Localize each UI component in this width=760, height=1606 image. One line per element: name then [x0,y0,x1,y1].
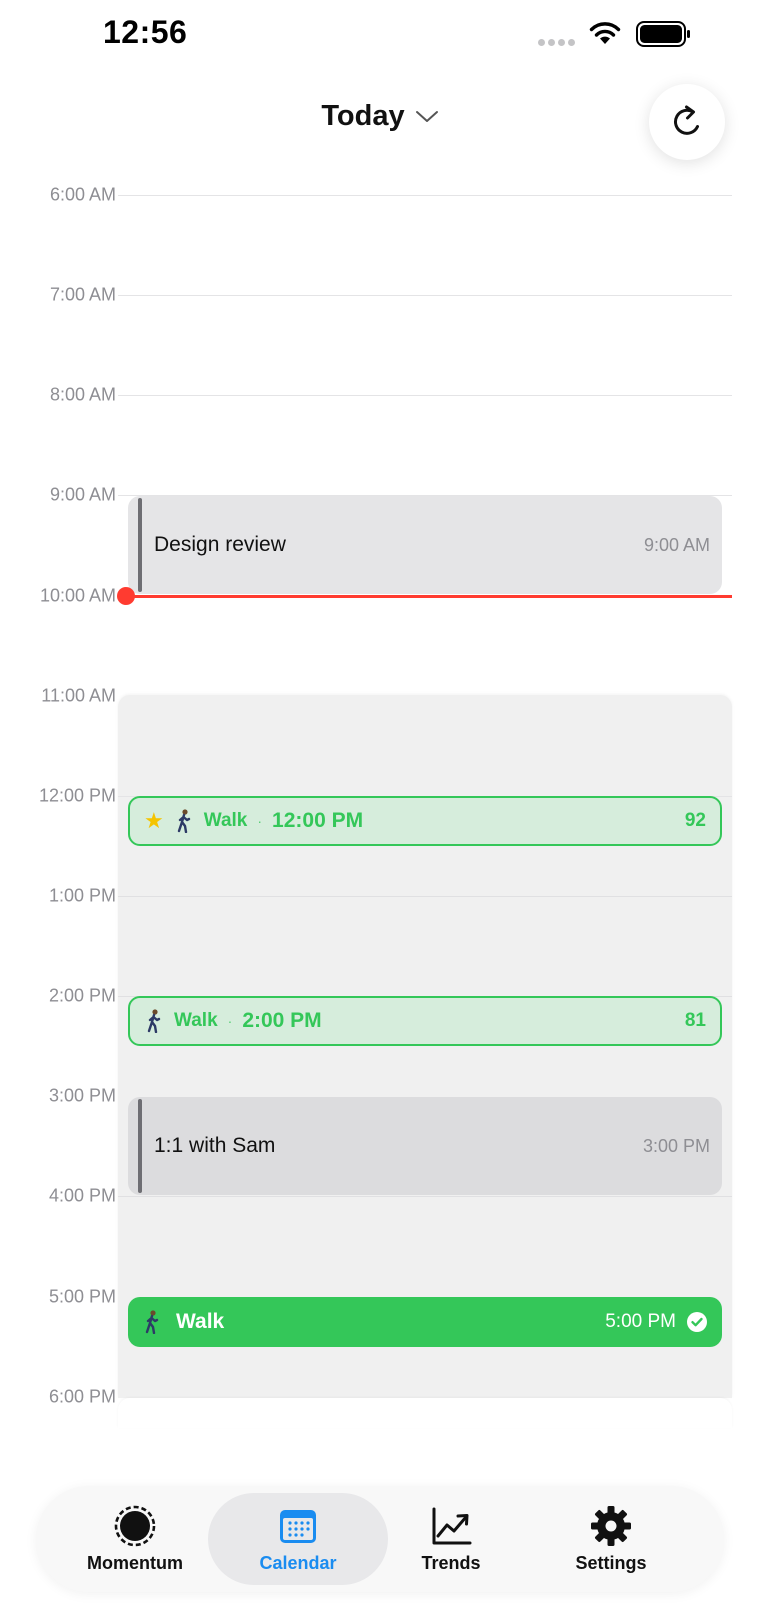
separator: · [227,1013,233,1029]
walk-suggestion-afternoon[interactable]: Walk · 2:00 PM 81 [128,996,722,1046]
status-bar: 12:56 [0,0,760,70]
tab-calendar[interactable]: Calendar [208,1493,388,1585]
hour-divider [118,1196,732,1197]
hour-label: 12:00 PM [38,785,116,806]
tab-label: Trends [421,1552,481,1573]
walking-person-icon [145,1310,159,1334]
tab-momentum[interactable]: Momentum [58,1486,212,1592]
tab-settings[interactable]: Settings [536,1486,686,1592]
battery-icon [636,21,690,47]
tab-label: Calendar [259,1552,337,1573]
walk-score: 92 [684,810,706,831]
tab-label: Momentum [87,1552,183,1573]
hour-divider [118,295,732,296]
walking-person-icon [147,1009,161,1033]
hour-label: 6:00 AM [49,184,116,205]
walk-label: Walk [203,810,248,831]
gear-icon [591,1505,631,1546]
hour-label: 4:00 PM [48,1185,116,1206]
hour-divider [118,195,732,196]
wifi-icon [589,22,621,44]
event-title: 1:1 with Sam [154,1134,276,1157]
tab-label: Settings [575,1552,647,1573]
next-day-region [118,1398,732,1428]
event-time: 9:00 AM [643,534,710,555]
current-time-line [126,595,732,598]
calendar-event-design-review[interactable]: Design review 9:00 AM [128,496,722,594]
hour-label: 9:00 AM [49,484,116,505]
hour-label: 6:00 PM [48,1386,116,1407]
refresh-icon [674,105,699,135]
star-icon: ★ [144,808,164,833]
calendar-icon [280,1509,316,1543]
tab-bar: Momentum Calendar Trends Settings [36,1486,724,1592]
checkmark-circle-icon [687,1312,707,1332]
header: Today [0,100,760,133]
current-time-dot [117,587,135,605]
walk-time: 12:00 PM [272,809,364,832]
hour-label: 5:00 PM [48,1286,116,1307]
event-color-bar [138,498,142,592]
hour-label: 7:00 AM [49,284,116,305]
hour-label: 3:00 PM [48,1085,116,1106]
date-picker-button[interactable]: Today [321,100,438,133]
hour-label: 10:00 AM [39,585,116,606]
hour-label: 11:00 AM [41,685,116,706]
walk-score: 81 [684,1010,706,1031]
trends-icon [432,1507,472,1544]
hour-label: 2:00 PM [48,985,116,1006]
separator: · [257,813,263,829]
chevron-down-icon [415,110,438,122]
refresh-button[interactable] [649,84,725,160]
tab-trends[interactable]: Trends [376,1486,526,1592]
hour-label: 8:00 AM [49,384,116,405]
walk-suggestion-noon[interactable]: ★ Walk · 12:00 PM 92 [128,796,722,846]
walk-completed-evening[interactable]: Walk 5:00 PM [128,1297,722,1347]
status-time: 12:56 [103,14,188,50]
hour-divider [118,896,732,897]
cellular-signal-icon [538,39,575,46]
walk-time: 2:00 PM [242,1009,322,1032]
walk-label: Walk [174,1010,218,1031]
hour-label: 1:00 PM [48,885,116,906]
calendar-event-one-on-one[interactable]: 1:1 with Sam 3:00 PM [128,1097,722,1195]
event-title: Design review [154,533,286,556]
event-color-bar [138,1099,142,1193]
page-title: Today [321,100,405,132]
event-time: 3:00 PM [642,1135,710,1156]
walk-time: 5:00 PM [605,1311,676,1332]
walk-label: Walk [176,1310,225,1333]
hour-divider [118,395,732,396]
momentum-icon [114,1505,156,1546]
walking-person-icon [177,809,190,833]
